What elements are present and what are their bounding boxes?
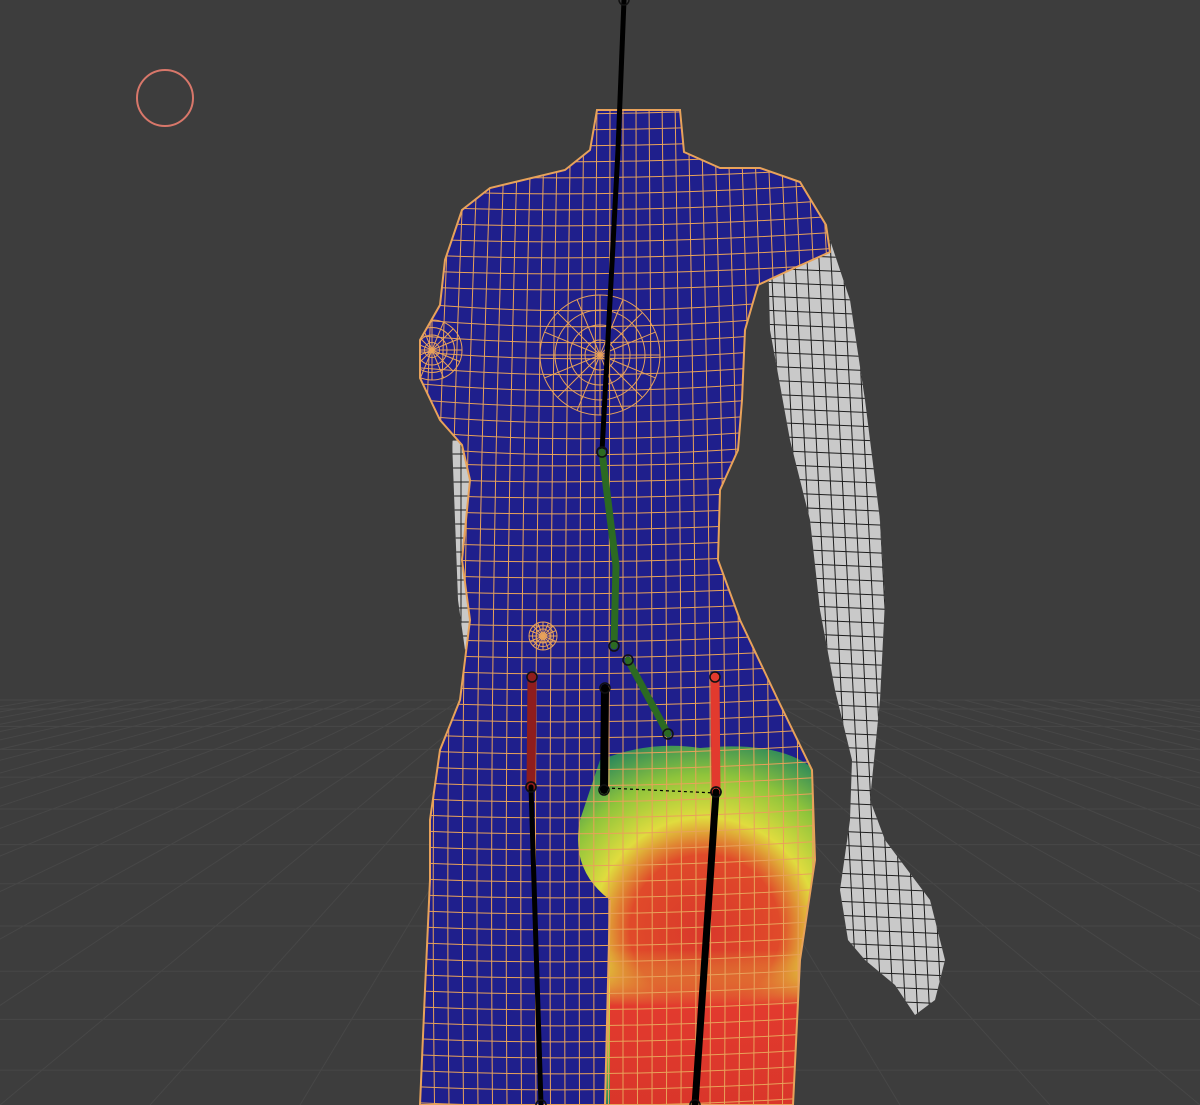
bone-thigh-left[interactable] (525, 671, 538, 793)
3d-viewport[interactable] (0, 0, 1200, 1105)
brush-cursor-icon[interactable] (136, 69, 194, 127)
bone-thigh-right-active[interactable] (709, 671, 722, 798)
